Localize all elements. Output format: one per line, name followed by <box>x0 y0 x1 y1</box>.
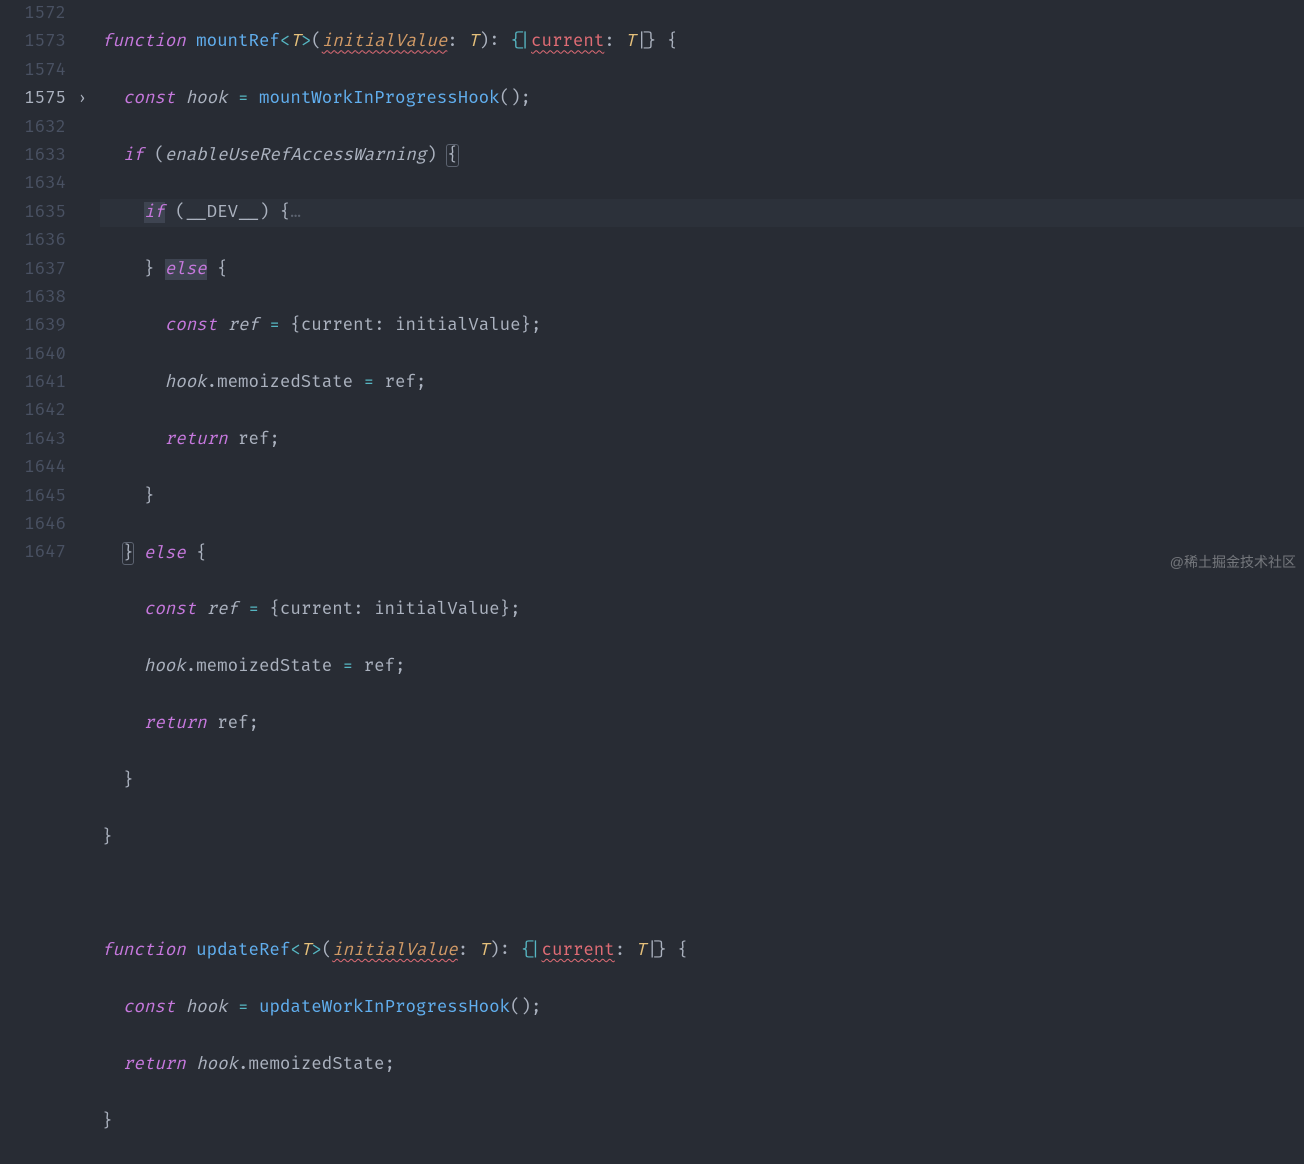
chevron-right-icon[interactable]: › <box>78 85 87 113</box>
code-line-active: if (__DEV__) {… <box>100 199 1304 227</box>
line-number: 1644 <box>0 454 92 482</box>
code-line: } else { <box>100 540 1304 568</box>
code-line: const hook = mountWorkInProgressHook(); <box>100 85 1304 113</box>
line-number: 1635 <box>0 199 92 227</box>
watermark-label: @稀土掘金技术社区 <box>1170 548 1296 576</box>
code-line: } else { <box>100 256 1304 284</box>
code-line: } <box>100 767 1304 795</box>
code-area[interactable]: function mountRef<T>(initialValue: T): {… <box>100 0 1304 582</box>
code-line: } <box>100 824 1304 852</box>
code-line: return ref; <box>100 710 1304 738</box>
code-line: const hook = updateWorkInProgressHook(); <box>100 994 1304 1022</box>
code-line: const ref = {current: initialValue}; <box>100 596 1304 624</box>
line-number: 1572 <box>0 0 92 28</box>
line-number: 1632 <box>0 114 92 142</box>
line-number-gutter: 1572 1573 1574 1575 › 1632 1633 1634 163… <box>0 0 100 582</box>
line-number: 1573 <box>0 28 92 56</box>
fold-ellipsis-icon[interactable]: … <box>290 202 300 223</box>
code-line: hook.memoizedState = ref; <box>100 653 1304 681</box>
line-number: 1639 <box>0 312 92 340</box>
line-number: 1643 <box>0 426 92 454</box>
code-line: function updateRef<T>(initialValue: T): … <box>100 937 1304 965</box>
code-line: return ref; <box>100 426 1304 454</box>
line-number: 1640 <box>0 341 92 369</box>
line-number: 1636 <box>0 227 92 255</box>
code-line: hook.memoizedState = ref; <box>100 369 1304 397</box>
code-line: if (enableUseRefAccessWarning) { <box>100 142 1304 170</box>
code-editor[interactable]: 1572 1573 1574 1575 › 1632 1633 1634 163… <box>0 0 1304 582</box>
line-number-active: 1575 › <box>0 85 92 113</box>
line-number: 1574 <box>0 57 92 85</box>
line-number: 1641 <box>0 369 92 397</box>
code-line: const ref = {current: initialValue}; <box>100 312 1304 340</box>
line-number: 1634 <box>0 170 92 198</box>
line-number: 1647 <box>0 539 92 567</box>
line-number: 1633 <box>0 142 92 170</box>
code-line <box>100 880 1304 908</box>
code-line: } <box>100 1108 1304 1136</box>
code-line: return hook.memoizedState; <box>100 1051 1304 1079</box>
line-number: 1645 <box>0 483 92 511</box>
line-number: 1646 <box>0 511 92 539</box>
code-line: } <box>100 483 1304 511</box>
line-number: 1637 <box>0 256 92 284</box>
line-number: 1638 <box>0 284 92 312</box>
line-number: 1642 <box>0 397 92 425</box>
code-line: function mountRef<T>(initialValue: T): {… <box>100 28 1304 56</box>
